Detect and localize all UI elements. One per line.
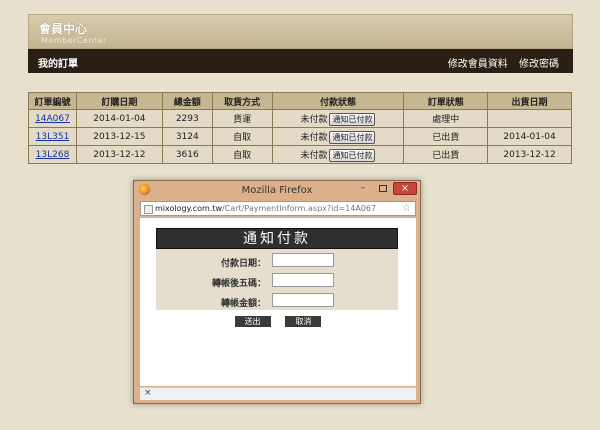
site-subtitle: MemberCenter <box>41 36 107 45</box>
order-status-cell: 已出貨 <box>403 127 489 146</box>
payment-status-cell: 未付款 通知已付款 <box>271 109 405 128</box>
order-status-cell: 已出貨 <box>403 145 489 164</box>
table-row: 14A067 2014-01-04 2293 貨運 未付款 通知已付款 處理中 <box>28 109 572 128</box>
order-date-cell: 2014-01-04 <box>75 109 163 128</box>
header-bar: 我的訂單 修改會員資料 修改密碼 <box>28 49 573 73</box>
orders-table: 訂單編號 訂購日期 總金額 取貨方式 付款狀態 訂單狀態 出貨日期 14A067… <box>28 92 572 164</box>
column-header-order-status: 訂單狀態 <box>403 92 489 110</box>
minimize-icon[interactable]: – <box>354 183 372 194</box>
form-row-transfer-amount: 轉帳金額： <box>156 293 398 309</box>
cancel-button[interactable]: 取消 <box>285 316 322 327</box>
payment-date-label: 付款日期： <box>220 259 266 269</box>
payment-status-cell: 未付款 通知已付款 <box>271 127 405 146</box>
status-close-icon[interactable]: × <box>144 388 152 398</box>
column-header-payment-status: 付款狀態 <box>271 92 405 110</box>
table-header-row: 訂單編號 訂購日期 總金額 取貨方式 付款狀態 訂單狀態 出貨日期 <box>28 92 572 110</box>
site-title: 會員中心 <box>39 22 88 36</box>
url-bar[interactable]: mixology.com.tw/Cart/PaymentInform.aspx?… <box>140 201 416 216</box>
account-digits-label: 轉帳後五碼： <box>211 279 266 289</box>
payment-popup-window: Mozilla Firefox – × mixology.com.tw/Cart… <box>133 180 421 404</box>
order-id-link[interactable]: 13L268 <box>36 150 70 160</box>
form-title: 通知付款 <box>156 228 398 249</box>
notify-paid-button[interactable]: 通知已付款 <box>329 112 376 126</box>
payment-status-text: 未付款 <box>300 150 328 161</box>
delivery-cell: 自取 <box>211 145 273 164</box>
column-header-order-id: 訂單編號 <box>28 92 77 110</box>
star-icon[interactable]: ☆ <box>402 202 411 215</box>
transfer-amount-label: 轉帳金額： <box>220 299 266 309</box>
url-domain: mixology.com.tw <box>155 204 223 213</box>
change-password-link[interactable]: 修改密碼 <box>519 59 559 70</box>
header-links: 修改會員資料 修改密碼 <box>440 55 559 70</box>
order-date-cell: 2013-12-12 <box>75 145 163 164</box>
transfer-amount-input[interactable] <box>272 293 334 307</box>
order-id-cell: 13L268 <box>28 145 77 164</box>
account-digits-input[interactable] <box>272 273 334 287</box>
total-cell: 3616 <box>161 145 213 164</box>
column-header-ship-date: 出貨日期 <box>487 92 572 110</box>
ship-date-cell: 2014-01-04 <box>487 127 572 146</box>
close-icon[interactable]: × <box>393 182 417 195</box>
notify-paid-button[interactable]: 通知已付款 <box>329 130 376 144</box>
popup-content: 通知付款 付款日期： 轉帳後五碼： 轉帳金額： 送出 取消 <box>140 218 416 386</box>
status-bar: × <box>140 387 416 400</box>
order-id-cell: 14A067 <box>28 109 77 128</box>
ship-date-cell <box>487 109 572 128</box>
payment-form: 付款日期： 轉帳後五碼： 轉帳金額： <box>156 249 398 310</box>
order-status-cell: 處理中 <box>403 109 489 128</box>
delivery-cell: 自取 <box>211 127 273 146</box>
order-id-link[interactable]: 14A067 <box>35 114 70 124</box>
submit-button[interactable]: 送出 <box>234 316 271 327</box>
notify-paid-button[interactable]: 通知已付款 <box>329 148 376 162</box>
table-row: 13L268 2013-12-12 3616 自取 未付款 通知已付款 已出貨 2… <box>28 145 572 164</box>
payment-status-cell: 未付款 通知已付款 <box>271 145 405 164</box>
table-row: 13L351 2013-12-15 3124 自取 未付款 通知已付款 已出貨 2… <box>28 127 572 146</box>
total-cell: 2293 <box>161 109 213 128</box>
total-cell: 3124 <box>161 127 213 146</box>
edit-profile-link[interactable]: 修改會員資料 <box>448 59 508 70</box>
payment-status-text: 未付款 <box>300 132 328 143</box>
order-id-cell: 13L351 <box>28 127 77 146</box>
page-title: 我的訂單 <box>38 59 78 70</box>
payment-status-text: 未付款 <box>300 114 328 125</box>
maximize-icon[interactable] <box>374 183 392 194</box>
column-header-order-date: 訂購日期 <box>75 92 163 110</box>
ship-date-cell: 2013-12-12 <box>487 145 572 164</box>
order-date-cell: 2013-12-15 <box>75 127 163 146</box>
column-header-total: 總金額 <box>161 92 213 110</box>
column-header-delivery: 取貨方式 <box>211 92 273 110</box>
form-buttons: 送出 取消 <box>140 316 416 327</box>
form-row-payment-date: 付款日期： <box>156 253 398 269</box>
payment-date-input[interactable] <box>272 253 334 267</box>
order-id-link[interactable]: 13L351 <box>36 132 70 142</box>
url-path: /Cart/PaymentInform.aspx?id=14A067 <box>222 204 377 213</box>
site-header: 會員中心 MemberCenter <box>28 14 573 49</box>
form-row-account-digits: 轉帳後五碼： <box>156 273 398 289</box>
delivery-cell: 貨運 <box>211 109 273 128</box>
page-icon <box>144 205 153 214</box>
